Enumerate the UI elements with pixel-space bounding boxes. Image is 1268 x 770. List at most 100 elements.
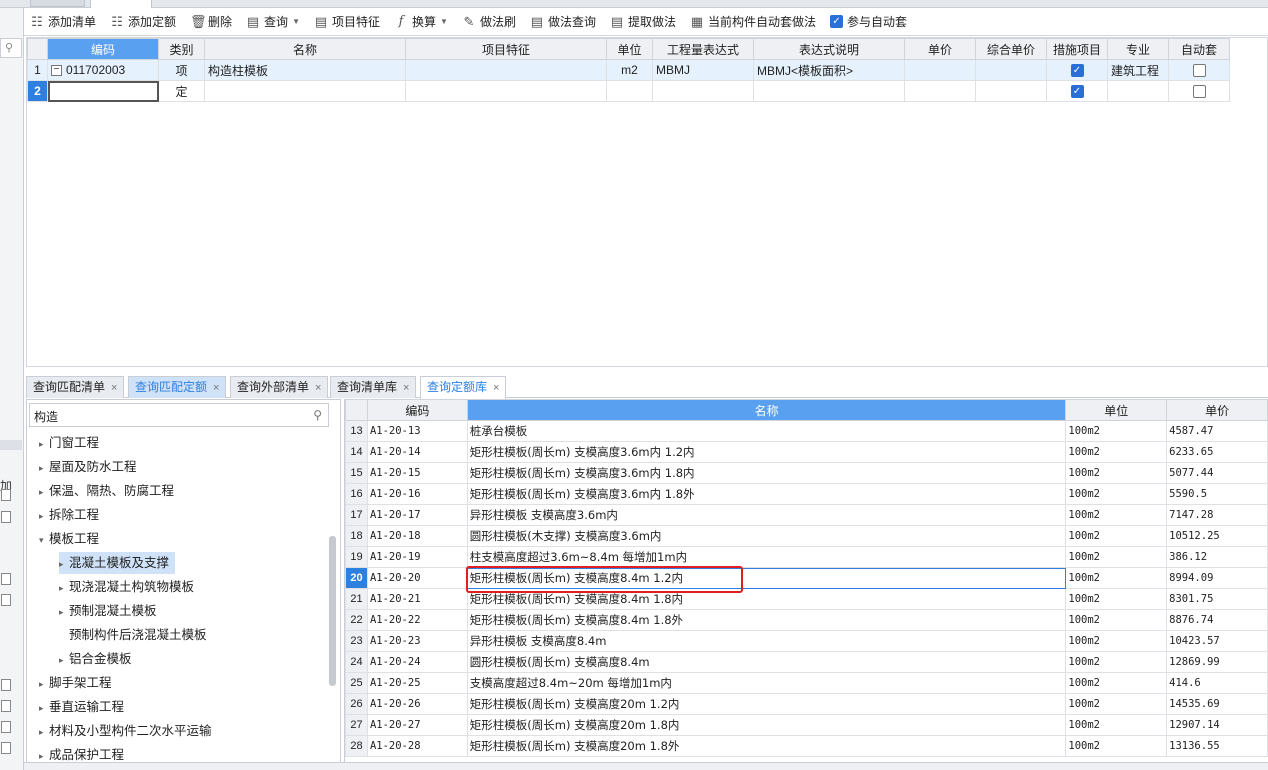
upper-header-measure[interactable]: 措施项目: [1046, 38, 1108, 60]
expr-cell[interactable]: [652, 80, 754, 102]
quota-unit-cell[interactable]: 100m2: [1065, 546, 1168, 568]
tab-match-list[interactable]: 查询匹配清单 ×: [26, 376, 125, 398]
table-row[interactable]: 25 A1-20-25 支模高度超过8.4m~20m 每增加1m内 100m2 414.…: [345, 672, 1268, 694]
upper-header-code[interactable]: 编码: [47, 38, 159, 60]
tree-item[interactable]: 预制构件后浇混凝土模板: [69, 624, 207, 646]
table-row[interactable]: 15 A1-20-15 矩形柱模板(周长m) 支模高度3.6m内 1.8内 100m2…: [345, 462, 1268, 484]
tree-item[interactable]: ▸ 脚手架工程: [39, 672, 112, 694]
quota-name-cell[interactable]: 异形柱模板 支模高度3.6m内: [466, 504, 1067, 526]
table-row[interactable]: 19 A1-20-19 柱支模高度超过3.6m~8.4m 每增加1m内 100m2 38…: [345, 546, 1268, 568]
feature-button[interactable]: ▤ 项目特征: [314, 13, 380, 30]
quota-name-cell[interactable]: 圆形柱模板(木支撑) 支模高度3.6m内: [466, 525, 1067, 547]
quota-code-cell[interactable]: A1-20-27: [366, 714, 468, 736]
auto-checkbox[interactable]: [1192, 64, 1206, 78]
quota-code-cell[interactable]: A1-20-16: [366, 483, 468, 505]
close-icon[interactable]: ×: [315, 382, 321, 394]
quota-code-cell[interactable]: A1-20-14: [366, 441, 468, 463]
tree-item[interactable]: ▸ 垂直运输工程: [39, 696, 124, 718]
quota-unit-cell[interactable]: 100m2: [1065, 651, 1168, 673]
table-row[interactable]: 26 A1-20-26 矩形柱模板(周长m) 支模高度20m 1.2内 100m2 14…: [345, 693, 1268, 715]
quota-price-cell[interactable]: 8876.74: [1166, 609, 1268, 631]
tree-item[interactable]: ▸ 屋面及防水工程: [39, 456, 137, 478]
chevron-right-icon[interactable]: ▸: [59, 553, 69, 575]
tree-item[interactable]: ▸ 现浇混凝土构筑物模板: [59, 576, 194, 598]
quota-price-cell[interactable]: 6233.65: [1166, 441, 1268, 463]
close-icon[interactable]: ×: [403, 382, 409, 394]
quota-name-cell[interactable]: 矩形柱模板(周长m) 支模高度3.6m内 1.8内: [466, 462, 1067, 484]
quota-code-cell[interactable]: A1-20-23: [366, 630, 468, 652]
comp-price-cell[interactable]: [975, 80, 1047, 102]
quota-code-cell[interactable]: A1-20-13: [366, 420, 468, 442]
quota-price-cell[interactable]: 5590.5: [1166, 483, 1268, 505]
tree-item-selected[interactable]: ▸ 混凝土模板及支撑: [59, 552, 176, 575]
quota-name-cell[interactable]: 矩形柱模板(周长m) 支模高度20m 1.8外: [466, 735, 1067, 757]
price-cell[interactable]: [904, 59, 976, 81]
convert-button[interactable]: f 换算 ▼: [394, 13, 448, 30]
code-edit-cell[interactable]: [47, 80, 159, 102]
left-checkbox[interactable]: [1, 700, 11, 712]
quota-header-code[interactable]: 编码: [366, 399, 468, 421]
upper-header-unit[interactable]: 单位: [606, 38, 653, 60]
quota-price-cell[interactable]: 12907.14: [1166, 714, 1268, 736]
quota-header-unit[interactable]: 单位: [1065, 399, 1168, 421]
tree-item[interactable]: ▸ 保温、隔热、防腐工程: [39, 480, 174, 502]
quota-unit-cell[interactable]: 100m2: [1065, 630, 1168, 652]
tree-item[interactable]: ▸ 材料及小型构件二次水平运输: [39, 720, 212, 742]
upper-header-expr-desc[interactable]: 表达式说明: [753, 38, 905, 60]
table-row[interactable]: 22 A1-20-22 矩形柱模板(周长m) 支模高度8.4m 1.8外 100m2 8…: [345, 609, 1268, 631]
tree-scrollbar[interactable]: [329, 536, 336, 686]
quota-unit-cell[interactable]: 100m2: [1065, 735, 1168, 757]
quota-header-price[interactable]: 单价: [1166, 399, 1268, 421]
tab-quota-library[interactable]: 查询定额库 ×: [420, 376, 507, 399]
tree-item[interactable]: ▾ 模板工程: [39, 528, 99, 550]
quota-price-cell[interactable]: 4587.47: [1166, 420, 1268, 442]
table-row[interactable]: 1 −011702003 项 构造柱模板 m2 MBMJ MBMJ<模板面积> …: [27, 59, 1230, 81]
tree-item[interactable]: ▸ 预制混凝土模板: [59, 600, 157, 622]
table-row[interactable]: 13 A1-20-13 桩承台模板 100m2 4587.47: [345, 420, 1268, 442]
chevron-right-icon[interactable]: ▸: [39, 697, 49, 719]
quota-unit-cell[interactable]: 100m2: [1065, 693, 1168, 715]
quota-price-cell[interactable]: 386.12: [1166, 546, 1268, 568]
quota-name-cell[interactable]: 圆形柱模板(周长m) 支模高度8.4m: [466, 651, 1067, 673]
feature-cell[interactable]: [405, 80, 607, 102]
upper-header-comp-price[interactable]: 综合单价: [975, 38, 1047, 60]
table-row[interactable]: 28 A1-20-28 矩形柱模板(周长m) 支模高度20m 1.8外 100m2 13…: [345, 735, 1268, 757]
table-row[interactable]: 27 A1-20-27 矩形柱模板(周长m) 支模高度20m 1.8内 100m2 12…: [345, 714, 1268, 736]
quota-code-cell[interactable]: A1-20-28: [366, 735, 468, 757]
chevron-right-icon[interactable]: ▸: [59, 649, 69, 671]
add-quota-button[interactable]: ☷ 添加定额: [110, 13, 176, 30]
quota-price-cell[interactable]: 10423.57: [1166, 630, 1268, 652]
quota-code-cell[interactable]: A1-20-19: [366, 546, 468, 568]
name-cell[interactable]: 构造柱模板: [204, 59, 406, 81]
price-cell[interactable]: [904, 80, 976, 102]
quota-price-cell[interactable]: 14535.69: [1166, 693, 1268, 715]
quota-name-cell[interactable]: 异形柱模板 支模高度8.4m: [466, 630, 1067, 652]
upper-header-price[interactable]: 单价: [904, 38, 976, 60]
tree-item[interactable]: ▸ 拆除工程: [39, 504, 99, 526]
tab-match-quota[interactable]: 查询匹配定额 ×: [128, 376, 227, 398]
auto-apply-button[interactable]: ▦ 当前构件自动套做法: [690, 13, 816, 30]
tab-list-library[interactable]: 查询清单库 ×: [330, 376, 417, 398]
delete-button[interactable]: 🗑 删除: [190, 13, 232, 30]
tree-search-input[interactable]: 构造 ⚲: [29, 403, 329, 427]
method-brush-button[interactable]: ✎ 做法刷: [462, 13, 515, 30]
quota-name-cell[interactable]: 支模高度超过8.4m~20m 每增加1m内: [466, 672, 1067, 694]
quota-price-cell[interactable]: 5077.44: [1166, 462, 1268, 484]
quota-price-cell[interactable]: 12869.99: [1166, 651, 1268, 673]
quota-name-cell[interactable]: 矩形柱模板(周长m) 支模高度20m 1.2内: [466, 693, 1067, 715]
quota-unit-cell[interactable]: 100m2: [1065, 441, 1168, 463]
upper-header-type[interactable]: 类别: [158, 38, 205, 60]
auto-checkbox[interactable]: [1192, 85, 1206, 99]
tree-item[interactable]: ▸ 铝合金模板: [59, 648, 132, 670]
quota-code-cell[interactable]: A1-20-17: [366, 504, 468, 526]
expr-desc-cell[interactable]: [753, 80, 905, 102]
quota-code-cell[interactable]: A1-20-26: [366, 693, 468, 715]
quota-code-cell[interactable]: A1-20-15: [366, 462, 468, 484]
add-list-button[interactable]: ☷ 添加清单: [30, 13, 96, 30]
table-row[interactable]: 23 A1-20-23 异形柱模板 支模高度8.4m 100m2 10423.57: [345, 630, 1268, 652]
left-checkbox[interactable]: [1, 594, 11, 606]
close-icon[interactable]: ×: [111, 382, 117, 394]
table-row[interactable]: 18 A1-20-18 圆形柱模板(木支撑) 支模高度3.6m内 100m2 10512…: [345, 525, 1268, 547]
name-cell[interactable]: [204, 80, 406, 102]
quota-name-cell[interactable]: 矩形柱模板(周长m) 支模高度3.6m内 1.8外: [466, 483, 1067, 505]
